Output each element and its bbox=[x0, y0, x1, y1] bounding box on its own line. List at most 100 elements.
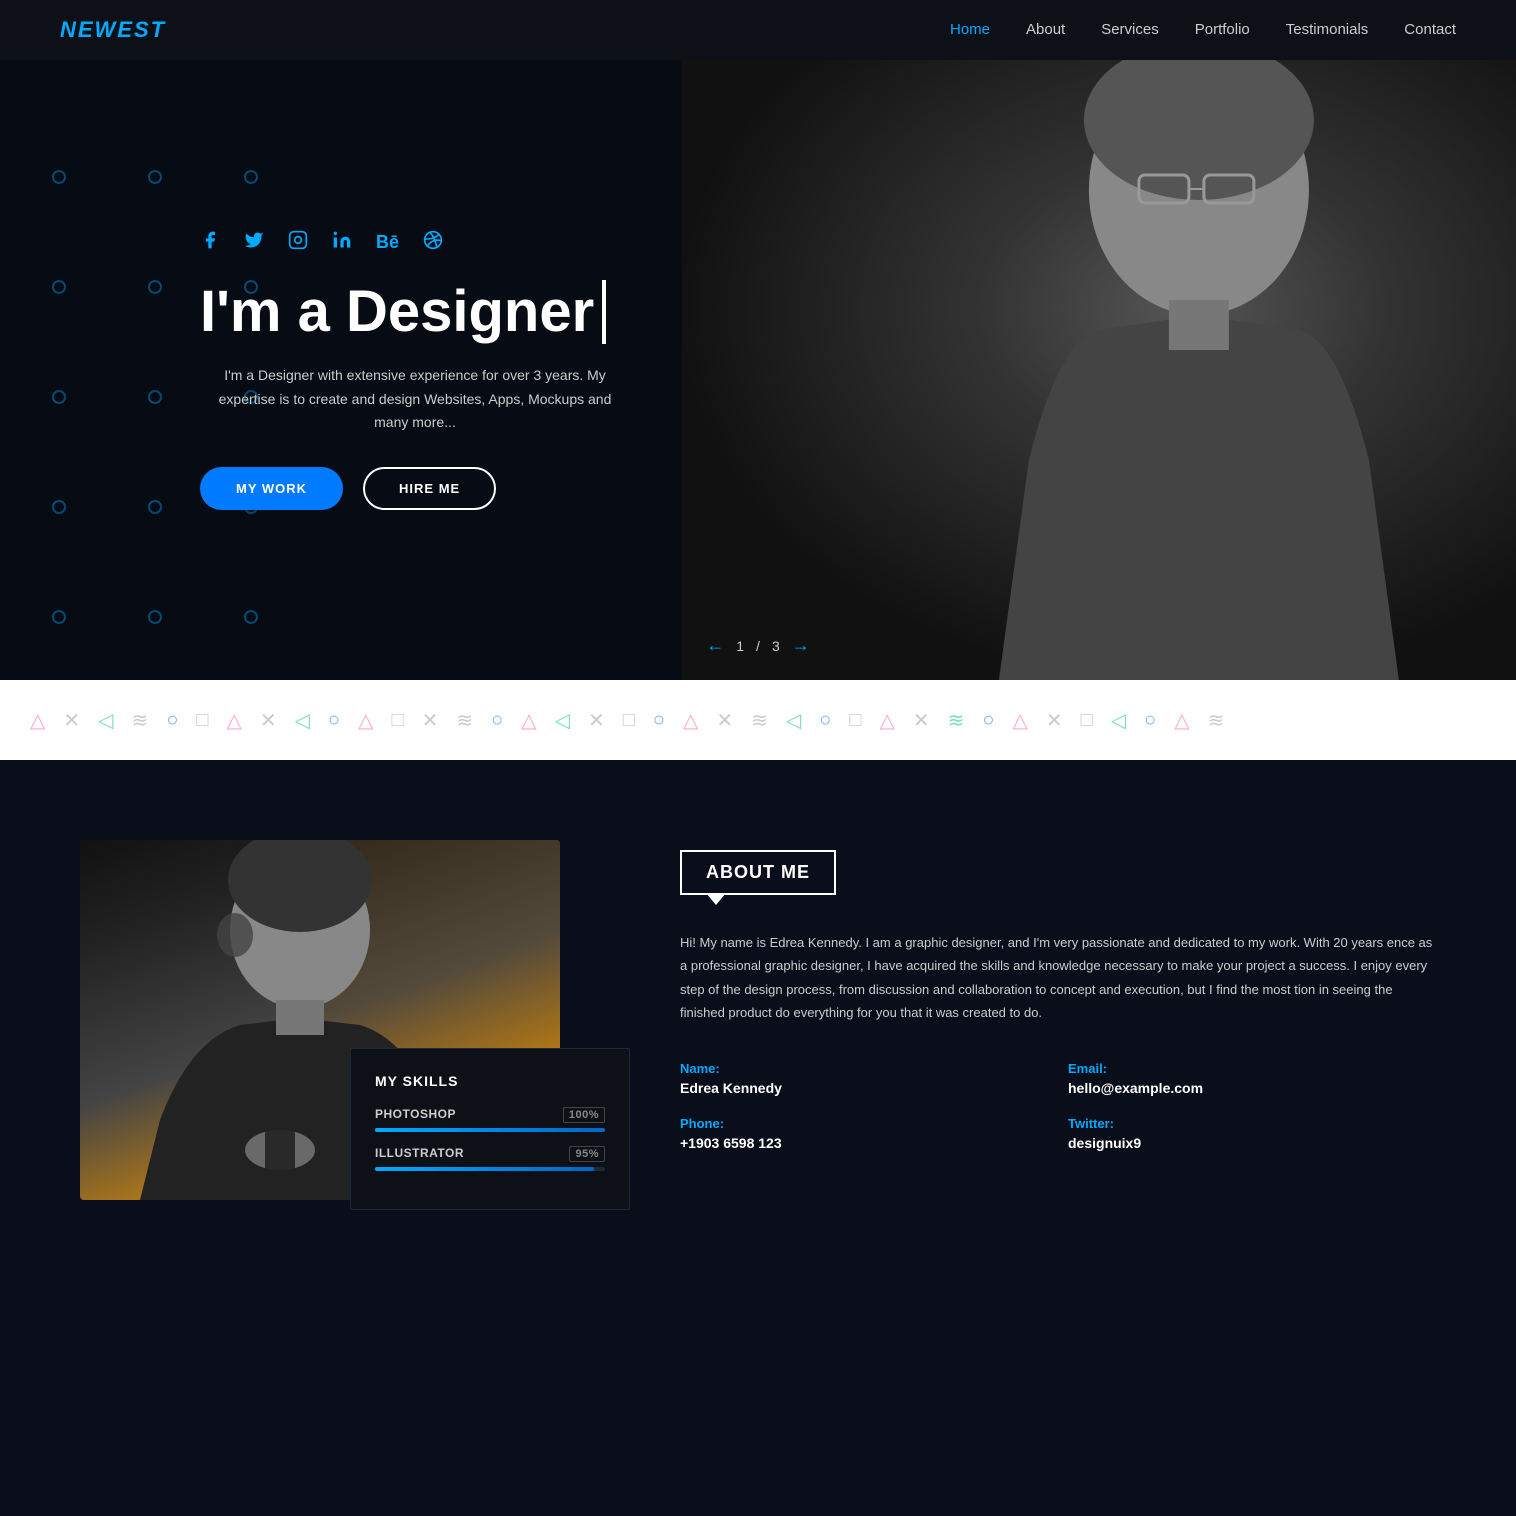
hero-pagination: ← 1 / 3 → bbox=[706, 635, 809, 656]
deco-strip-inner: △ ✕ ◁ ≋ ○ □ △ ✕ ◁ ○ △ □ ✕ ≋ ○ △ ◁ ✕ □ ○ … bbox=[0, 708, 1516, 733]
deco-triangle-4: △ bbox=[521, 708, 536, 733]
deco-x-5: ✕ bbox=[716, 708, 733, 733]
deco-circle-6: ○ bbox=[982, 709, 994, 732]
deco-x-2: ✕ bbox=[260, 708, 277, 733]
hero-social-links: Bē bbox=[200, 230, 630, 256]
skill-photoshop: PHOTOSHOP 100% bbox=[375, 1107, 605, 1132]
deco-square-1: □ bbox=[196, 709, 208, 732]
deco-tri-left-3: ◁ bbox=[555, 708, 570, 733]
about-name-value: Edrea Kennedy bbox=[680, 1080, 1048, 1096]
twitter-icon[interactable] bbox=[244, 230, 264, 256]
deco-wave-5: ≋ bbox=[1208, 708, 1225, 733]
hero-content: Bē I'm a Designer I'm a Designer with ex… bbox=[0, 230, 630, 510]
deco-triangle-3: △ bbox=[358, 708, 373, 733]
nav-item-about[interactable]: About bbox=[1026, 21, 1065, 38]
about-section: MY SKILLS PHOTOSHOP 100% ILLUSTRATOR 95% bbox=[0, 760, 1516, 1260]
skills-title: MY SKILLS bbox=[375, 1073, 605, 1089]
about-twitter-item: Twitter: designuix9 bbox=[1068, 1116, 1436, 1151]
about-email-value: hello@example.com bbox=[1068, 1080, 1436, 1096]
about-left: MY SKILLS PHOTOSHOP 100% ILLUSTRATOR 95% bbox=[80, 840, 600, 1200]
deco-wave-1: ≋ bbox=[132, 708, 149, 733]
nav-menu: Home About Services Portfolio Testimonia… bbox=[950, 21, 1456, 39]
deco-circle-7: ○ bbox=[1144, 709, 1156, 732]
behance-icon[interactable]: Bē bbox=[376, 232, 399, 253]
nav-item-home[interactable]: Home bbox=[950, 21, 990, 38]
skill-photoshop-pct: 100% bbox=[563, 1107, 605, 1123]
skill-illustrator-label: ILLUSTRATOR bbox=[375, 1146, 464, 1162]
navbar: NEWEST Home About Services Portfolio Tes… bbox=[0, 0, 1516, 60]
nav-item-services[interactable]: Services bbox=[1101, 21, 1159, 38]
hero-title: I'm a Designer bbox=[200, 280, 606, 344]
skill-photoshop-label: PHOTOSHOP bbox=[375, 1107, 456, 1123]
dot bbox=[244, 610, 258, 624]
deco-triangle-1: △ bbox=[30, 708, 45, 733]
nav-item-contact[interactable]: Contact bbox=[1404, 21, 1456, 38]
skill-photoshop-bar-fill bbox=[375, 1128, 605, 1132]
about-right: ABOUT ME Hi! My name is Edrea Kennedy. I… bbox=[680, 840, 1436, 1151]
deco-x-7: ✕ bbox=[1046, 708, 1063, 733]
dot bbox=[52, 610, 66, 624]
dot bbox=[148, 170, 162, 184]
page-total: 3 bbox=[772, 638, 780, 654]
my-work-button[interactable]: MY WORK bbox=[200, 467, 343, 510]
hero-section: Bē I'm a Designer I'm a Designer with ex… bbox=[0, 60, 1516, 680]
hero-description: I'm a Designer with extensive experience… bbox=[200, 364, 630, 435]
about-phone-label: Phone: bbox=[680, 1116, 1048, 1131]
deco-triangle-6: △ bbox=[879, 708, 894, 733]
about-name-label: Name: bbox=[680, 1061, 1048, 1076]
about-twitter-label: Twitter: bbox=[1068, 1116, 1436, 1131]
deco-circle-5: ○ bbox=[819, 709, 831, 732]
about-email-label: Email: bbox=[1068, 1061, 1436, 1076]
deco-circle-1: ○ bbox=[166, 709, 178, 732]
hire-me-button[interactable]: HIRE ME bbox=[363, 467, 496, 510]
dot bbox=[244, 170, 258, 184]
page-separator: / bbox=[756, 638, 760, 654]
skill-photoshop-bar-bg bbox=[375, 1128, 605, 1132]
about-info-grid: Name: Edrea Kennedy Email: hello@example… bbox=[680, 1061, 1436, 1151]
prev-arrow[interactable]: ← bbox=[706, 635, 724, 656]
about-me-label: ABOUT ME bbox=[680, 850, 836, 895]
about-email-item: Email: hello@example.com bbox=[1068, 1061, 1436, 1096]
about-phone-value: +1903 6598 123 bbox=[680, 1135, 1048, 1151]
about-name-item: Name: Edrea Kennedy bbox=[680, 1061, 1048, 1096]
deco-tri-left-1: ◁ bbox=[98, 708, 113, 733]
dribbble-icon[interactable] bbox=[423, 230, 443, 256]
next-arrow[interactable]: → bbox=[792, 635, 810, 656]
facebook-icon[interactable] bbox=[200, 230, 220, 256]
hero-person-image bbox=[682, 60, 1516, 680]
hero-person-bg bbox=[682, 60, 1516, 680]
skill-illustrator-bar-bg bbox=[375, 1167, 605, 1171]
deco-tri-left-5: ◁ bbox=[1111, 708, 1126, 733]
deco-triangle-5: △ bbox=[683, 708, 698, 733]
deco-tri-left-2: ◁ bbox=[295, 708, 310, 733]
about-body-text: Hi! My name is Edrea Kennedy. I am a gra… bbox=[680, 931, 1436, 1025]
deco-circle-4: ○ bbox=[653, 709, 665, 732]
deco-square-5: □ bbox=[1081, 709, 1093, 732]
decorative-strip: △ ✕ ◁ ≋ ○ □ △ ✕ ◁ ○ △ □ ✕ ≋ ○ △ ◁ ✕ □ ○ … bbox=[0, 680, 1516, 760]
about-twitter-value: designuix9 bbox=[1068, 1135, 1436, 1151]
skills-box: MY SKILLS PHOTOSHOP 100% ILLUSTRATOR 95% bbox=[350, 1048, 630, 1210]
deco-square-2: □ bbox=[392, 709, 404, 732]
skill-illustrator: ILLUSTRATOR 95% bbox=[375, 1146, 605, 1171]
dot bbox=[148, 610, 162, 624]
about-phone-item: Phone: +1903 6598 123 bbox=[680, 1116, 1048, 1151]
skill-illustrator-bar-fill bbox=[375, 1167, 594, 1171]
nav-item-testimonials[interactable]: Testimonials bbox=[1286, 21, 1369, 38]
deco-circle-3: ○ bbox=[491, 709, 503, 732]
deco-triangle-7: △ bbox=[1013, 708, 1028, 733]
deco-wave-2: ≋ bbox=[456, 708, 473, 733]
person-svg bbox=[682, 60, 1516, 680]
deco-triangle-8: △ bbox=[1174, 708, 1189, 733]
nav-item-portfolio[interactable]: Portfolio bbox=[1195, 21, 1250, 38]
deco-square-3: □ bbox=[623, 709, 635, 732]
instagram-icon[interactable] bbox=[288, 230, 308, 256]
page-current: 1 bbox=[736, 638, 744, 654]
brand-logo[interactable]: NEWEST bbox=[60, 17, 166, 43]
deco-wave-3: ≋ bbox=[751, 708, 768, 733]
deco-circle-2: ○ bbox=[328, 709, 340, 732]
dot bbox=[52, 170, 66, 184]
hero-buttons: MY WORK HIRE ME bbox=[200, 467, 630, 510]
deco-tri-left-4: ◁ bbox=[786, 708, 801, 733]
deco-x-4: ✕ bbox=[588, 708, 605, 733]
linkedin-icon[interactable] bbox=[332, 230, 352, 256]
